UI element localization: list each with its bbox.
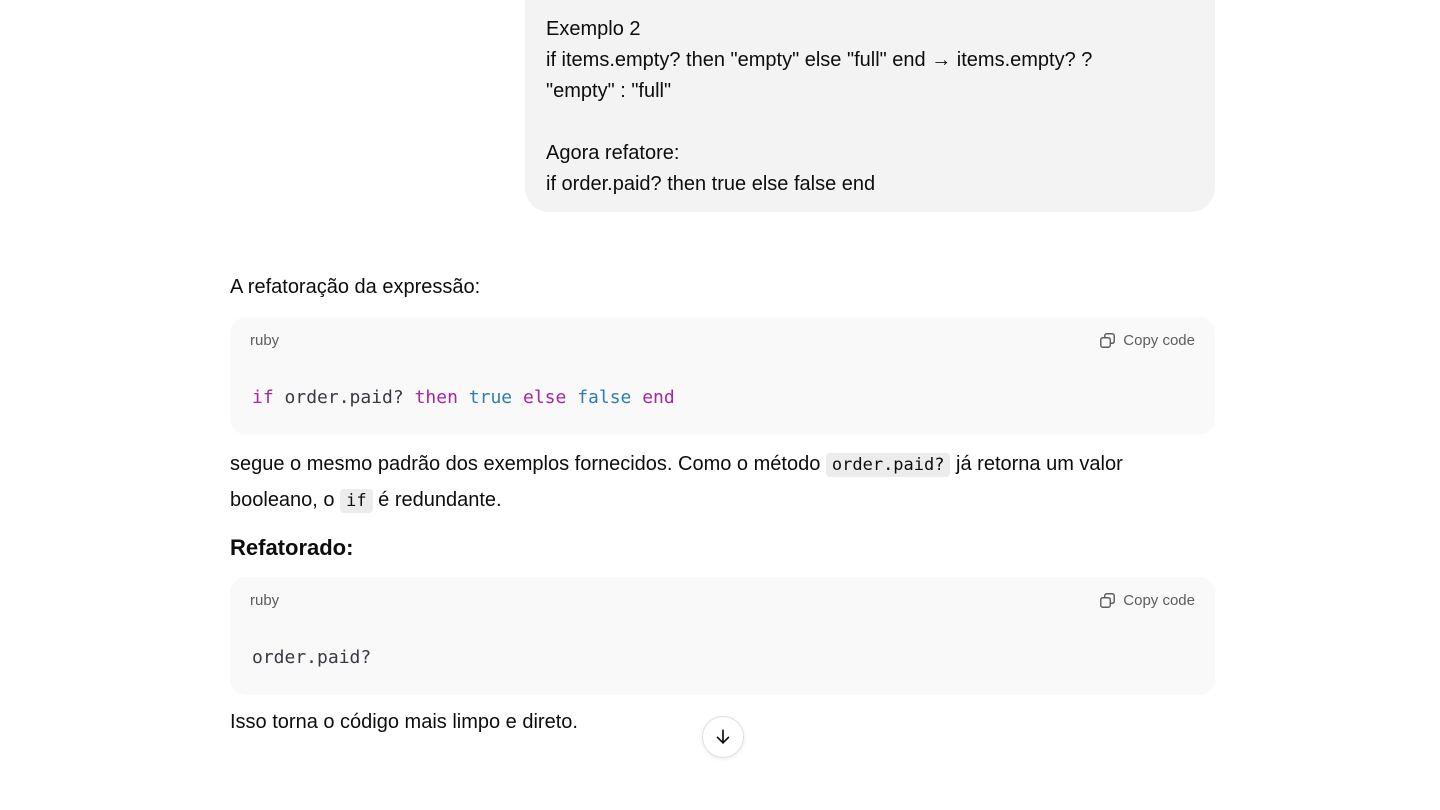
code-token: false [577,387,632,408]
arrow-down-icon [716,729,730,744]
scroll-to-bottom-button[interactable] [702,716,744,758]
user-message-line: "empty" : "full" [546,80,672,102]
copy-code-label: Copy code [1123,592,1195,609]
user-message-line: if order.paid? then true else false end [546,173,876,195]
code-token: end [642,387,675,408]
copy-code-button[interactable]: Copy code [1098,331,1195,350]
section-heading: Refatorado: [230,535,354,560]
user-message-line: if items.empty? then "empty" else "full"… [546,49,1093,71]
user-message-line [546,107,1193,138]
copy-icon [1100,333,1116,348]
code-token: then [414,387,458,408]
code-content: order.paid? [252,647,372,668]
code-block-refactored: ruby Copy code order.paid? [230,577,1215,695]
user-message-line: Exemplo 2 [546,18,641,40]
inline-code: order.paid? [825,453,951,477]
code-token: if [252,387,274,408]
assistant-message: A refatoração da expressão: ruby Copy co… [230,270,1215,740]
code-block-header: ruby Copy code [250,591,1195,610]
assistant-explanation: segue o mesmo padrão dos exemplos fornec… [230,447,1215,519]
code-token: else [522,387,567,408]
copy-code-label: Copy code [1123,332,1195,349]
code-content: if order.paid? then true else false end [252,387,675,408]
code-block-header: ruby Copy code [250,331,1195,350]
code-language-label: ruby [250,332,280,349]
user-message-bubble: Exemplo 2 if items.empty? then "empty" e… [525,0,1215,212]
chat-page: Exemplo 2 if items.empty? then "empty" e… [0,0,1440,810]
code-token: order.paid? [273,387,415,408]
inline-code: if [340,489,373,513]
code-language-label: ruby [250,592,280,609]
user-message-line: Agora refatore: [546,142,680,164]
assistant-intro: A refatoração da expressão: [230,276,481,298]
code-token: true [468,387,513,408]
copy-code-button[interactable]: Copy code [1098,591,1195,610]
code-block-original: ruby Copy code if order.paid? then true … [230,317,1215,435]
explanation-text: é redundante. [372,489,502,511]
copy-icon [1100,593,1116,608]
explanation-text: segue o mesmo padrão dos exemplos fornec… [230,453,826,475]
